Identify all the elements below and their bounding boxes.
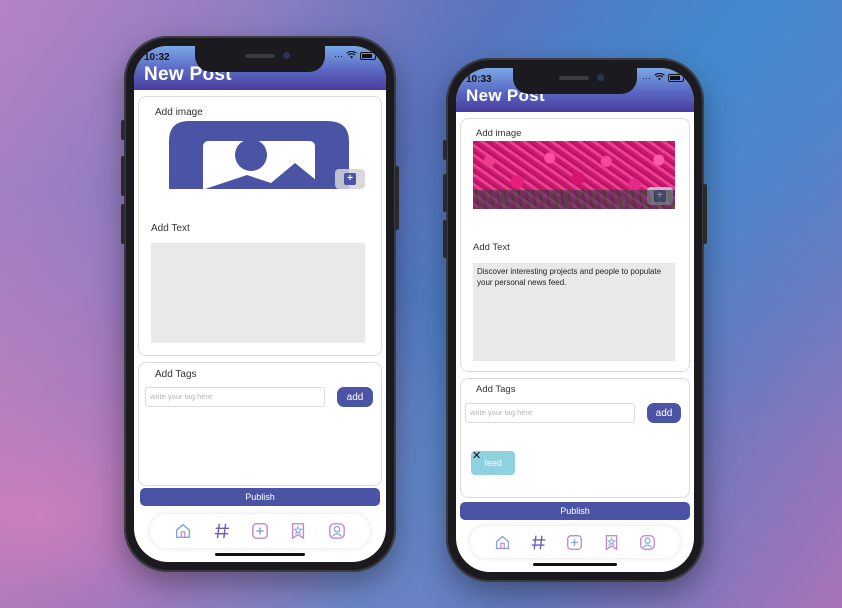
profile-icon[interactable] bbox=[638, 532, 658, 552]
status-icons: ··· bbox=[334, 50, 376, 61]
notch bbox=[513, 68, 637, 94]
tag-chip-label: feed bbox=[484, 458, 502, 468]
wifi-icon bbox=[346, 50, 357, 61]
tab-bar bbox=[150, 514, 370, 548]
signal-icon: ··· bbox=[334, 51, 343, 61]
publish-button[interactable]: Publish bbox=[140, 488, 380, 506]
screen-left: 10:32 ··· New Post Add image + Add Text … bbox=[134, 46, 386, 562]
publish-button[interactable]: Publish bbox=[460, 502, 690, 520]
add-image-button[interactable]: + bbox=[647, 187, 673, 205]
side-button bbox=[443, 140, 447, 160]
home-icon[interactable] bbox=[492, 532, 512, 552]
tags-card: Add Tags write your tag here add bbox=[138, 362, 382, 486]
add-post-icon[interactable] bbox=[565, 532, 585, 552]
add-image-button[interactable]: + bbox=[335, 169, 365, 189]
volume-up-button bbox=[443, 174, 447, 212]
add-image-label: Add image bbox=[476, 128, 522, 139]
post-content-card: Add image + Add Text bbox=[138, 96, 382, 356]
tab-bar bbox=[470, 526, 680, 558]
post-content-card: Add image + Add Text Discover interestin… bbox=[460, 118, 690, 372]
battery-icon bbox=[668, 74, 684, 82]
status-time: 10:33 bbox=[466, 74, 492, 85]
status-icons: ··· bbox=[642, 72, 684, 83]
home-indicator bbox=[215, 553, 305, 556]
add-tag-button[interactable]: add bbox=[337, 387, 373, 407]
hashtag-icon[interactable] bbox=[529, 532, 549, 552]
phone-left: 10:32 ··· New Post Add image + Add Text … bbox=[121, 36, 399, 572]
tag-input[interactable]: write your tag here bbox=[145, 387, 325, 407]
plus-icon: + bbox=[654, 190, 666, 202]
phone-right: 10:33 ··· New Post Add image + Add Text … bbox=[443, 58, 707, 582]
plus-icon: + bbox=[344, 173, 356, 185]
signal-icon: ··· bbox=[642, 73, 651, 83]
wifi-icon bbox=[654, 72, 665, 83]
tag-input[interactable]: write your tag here bbox=[465, 403, 635, 423]
home-indicator bbox=[533, 563, 617, 566]
tag-chip[interactable]: ✕ feed bbox=[471, 449, 515, 475]
image-picker[interactable]: + bbox=[167, 119, 367, 189]
add-tag-button[interactable]: add bbox=[647, 403, 681, 423]
volume-down-button bbox=[121, 204, 125, 244]
hashtag-icon[interactable] bbox=[212, 521, 232, 541]
add-tags-label: Add Tags bbox=[476, 384, 516, 395]
add-text-label: Add Text bbox=[473, 242, 510, 253]
selected-image[interactable]: + bbox=[473, 141, 675, 209]
tags-card: Add Tags write your tag here add ✕ feed bbox=[460, 378, 690, 498]
add-post-icon[interactable] bbox=[250, 521, 270, 541]
power-button bbox=[395, 166, 399, 230]
profile-icon[interactable] bbox=[327, 521, 347, 541]
add-image-label: Add image bbox=[155, 107, 203, 118]
close-icon[interactable]: ✕ bbox=[472, 449, 481, 462]
add-text-label: Add Text bbox=[151, 223, 190, 234]
screen-right: 10:33 ··· New Post Add image + Add Text … bbox=[456, 68, 694, 572]
bookmark-icon[interactable] bbox=[601, 532, 621, 552]
volume-down-button bbox=[443, 220, 447, 258]
volume-up-button bbox=[121, 156, 125, 196]
status-time: 10:32 bbox=[144, 52, 170, 63]
side-button bbox=[121, 120, 125, 140]
post-text-input[interactable]: Discover interesting projects and people… bbox=[473, 263, 675, 361]
home-icon[interactable] bbox=[173, 521, 193, 541]
post-text-input[interactable] bbox=[151, 243, 365, 343]
bookmark-icon[interactable] bbox=[288, 521, 308, 541]
battery-icon bbox=[360, 52, 376, 60]
add-tags-label: Add Tags bbox=[155, 369, 197, 380]
power-button bbox=[703, 184, 707, 244]
notch bbox=[195, 46, 325, 72]
